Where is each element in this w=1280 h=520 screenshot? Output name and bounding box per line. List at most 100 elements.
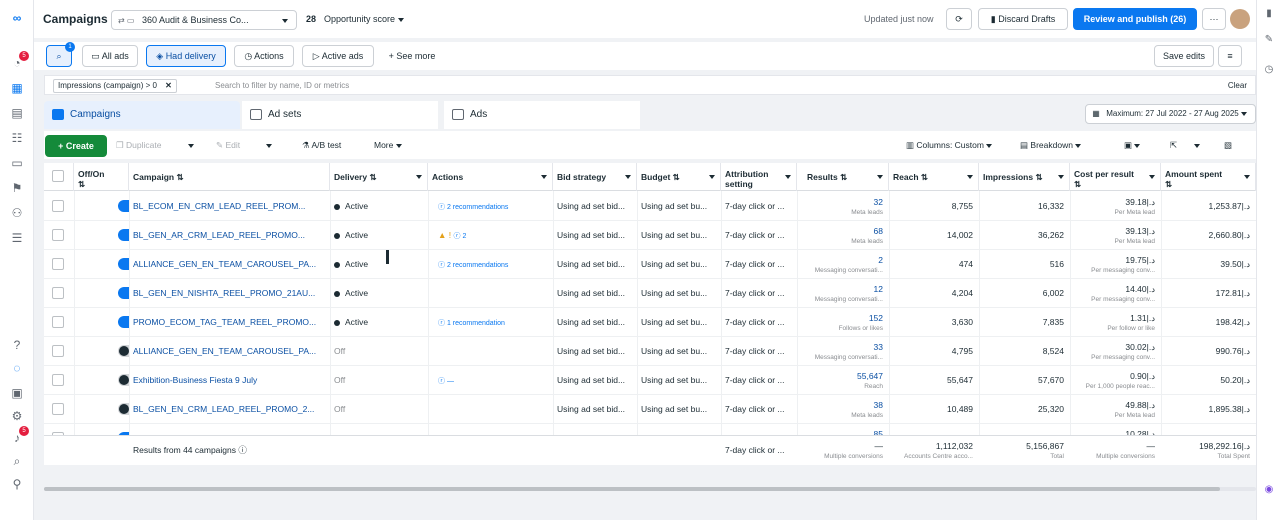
row-checkbox[interactable] <box>52 229 64 241</box>
tab-adsets[interactable]: Ad sets <box>242 101 438 129</box>
export-dropdown[interactable] <box>1194 135 1200 155</box>
refresh-button[interactable]: ⟳ <box>946 8 972 30</box>
menu-icon[interactable]: ☰ <box>9 230 25 246</box>
recommendation-count[interactable]: 2 <box>462 233 466 240</box>
results-value[interactable]: 12 <box>874 284 883 294</box>
debug-icon[interactable]: ⚲ <box>9 476 25 492</box>
results-value[interactable]: 32 <box>874 197 883 207</box>
cpr-value[interactable]: 0.90|.د <box>1130 371 1155 381</box>
results-value[interactable]: 68 <box>874 226 883 236</box>
filter-search-input[interactable]: Search to filter by name, ID or metrics <box>215 81 349 90</box>
discard-drafts-button[interactable]: ▮ Discard Drafts <box>978 8 1068 30</box>
on-off-toggle[interactable] <box>118 258 129 270</box>
table-row[interactable]: BL_GEN_EN_NISHTA_REEL_PROMO_21AU... Activ… <box>44 279 1256 308</box>
col-bid-strategy[interactable]: Bid strategy <box>553 163 637 191</box>
row-checkbox[interactable] <box>52 403 64 415</box>
scrollbar-thumb[interactable] <box>44 487 1220 491</box>
col-amount-spent[interactable]: Amount spent ⇅ <box>1161 163 1256 191</box>
clear-filters-link[interactable]: Clear <box>1228 81 1247 90</box>
on-off-toggle[interactable] <box>118 200 129 212</box>
campaign-name-link[interactable]: ALLIANCE_GEN_EN_TEAM_CAROUSEL_PA... <box>129 250 330 279</box>
all-ads-button[interactable]: ▭ All ads <box>82 45 138 67</box>
columns-dropdown[interactable]: ▥ Columns: Custom <box>906 135 993 155</box>
date-range-picker[interactable]: ▦ Maximum: 27 Jul 2022 - 27 Aug 2025 <box>1085 104 1256 124</box>
more-button[interactable]: More <box>374 135 402 155</box>
select-all-checkbox[interactable] <box>52 170 64 182</box>
tools-icon[interactable]: ⚑ <box>9 180 25 196</box>
opportunity-score[interactable]: 28 Opportunity score <box>306 14 404 24</box>
settings-sliders-button[interactable]: ≡ <box>1218 45 1242 67</box>
history-icon[interactable]: ◷ <box>1262 64 1276 78</box>
charts-button[interactable]: ▧ <box>1224 135 1232 155</box>
edit-dropdown[interactable] <box>266 135 272 155</box>
results-value[interactable]: 33 <box>874 342 883 352</box>
alerts-icon[interactable]: ◔ 5 <box>9 51 29 71</box>
help-icon[interactable]: ? <box>9 337 25 353</box>
col-onoff[interactable]: Off/On ⇅ <box>74 163 129 191</box>
cpr-value[interactable]: 14.40|.د <box>1125 284 1155 294</box>
recommendation-link[interactable]: 2 recommendations <box>447 204 508 211</box>
notifications-icon[interactable]: ♪ 5 <box>9 426 29 446</box>
export-button[interactable]: ⇱ <box>1170 135 1177 155</box>
duplicate-button[interactable]: ❐ Duplicate <box>116 135 161 155</box>
recommendation-link[interactable]: — <box>447 378 454 385</box>
results-value[interactable]: 38 <box>874 400 883 410</box>
reports-dropdown[interactable]: ▣ <box>1124 135 1141 155</box>
campaign-name-link[interactable]: BL_GEN_EN_CRM_LEAD_REEL_PROMO_2... <box>129 395 330 424</box>
create-button[interactable]: + Create <box>45 135 107 157</box>
see-more-button[interactable]: + See more <box>382 45 442 67</box>
row-checkbox[interactable] <box>52 200 64 212</box>
pages-icon[interactable]: ▣ <box>9 385 25 401</box>
campaign-name-link[interactable]: BL_ECOM_EN_CRM_LEAD_REEL_PROM... <box>129 192 330 221</box>
campaign-name-link[interactable]: BL_GEN_EN_NISHTA_REEL_PROMO_21AU... <box>129 279 330 308</box>
actions-filter-button[interactable]: ◷ Actions <box>234 45 294 67</box>
on-off-toggle[interactable] <box>118 403 129 415</box>
table-row[interactable]: PROMO_ECOM_TAG_TEAM_REEL_PROMO... Active ⓡ… <box>44 308 1256 337</box>
recommendation-link[interactable]: 2 recommendations <box>447 262 508 269</box>
cpr-value[interactable]: 39.13|.د <box>1125 226 1155 236</box>
on-off-toggle[interactable] <box>118 229 129 241</box>
account-selector[interactable]: ⇄ ▭ 360 Audit & Business Co... <box>111 10 297 30</box>
cpr-value[interactable]: 49.88|.د <box>1125 400 1155 410</box>
col-impressions[interactable]: Impressions ⇅ <box>979 163 1070 191</box>
campaign-name-link[interactable]: PROMO_ECOM_TAG_TEAM_REEL_PROMO... <box>129 308 330 337</box>
save-edits-button[interactable]: Save edits <box>1154 45 1214 67</box>
on-off-toggle[interactable] <box>118 316 129 328</box>
col-results[interactable]: Results ⇅ <box>797 163 889 191</box>
col-actions[interactable]: Actions <box>428 163 553 191</box>
on-off-toggle[interactable] <box>118 374 129 386</box>
on-off-toggle[interactable] <box>118 287 129 299</box>
col-budget[interactable]: Budget ⇅ <box>637 163 721 191</box>
col-cost-per-result[interactable]: Cost per result ⇅ <box>1070 163 1161 191</box>
activity-icon[interactable]: ◌ <box>9 360 25 376</box>
duplicate-dropdown[interactable] <box>188 135 194 155</box>
table-row[interactable]: Exhibition-Business Fiesta 9 July Off ⓡ — U… <box>44 366 1256 395</box>
edit-button[interactable]: ✎ Edit <box>216 135 240 155</box>
active-ads-button[interactable]: ▷ Active ads <box>302 45 374 67</box>
campaign-name-link[interactable]: ALLIANCE_GEN_EN_TEAM_CAROUSEL_PA... <box>129 337 330 366</box>
row-checkbox[interactable] <box>52 287 64 299</box>
ab-test-button[interactable]: ⚗ A/B test <box>302 135 341 155</box>
table-row[interactable]: BL_GEN_EN_CRM_LEAD_REEL_PROMO_2... Off Usi… <box>44 395 1256 424</box>
row-checkbox[interactable] <box>52 316 64 328</box>
tab-ads[interactable]: Ads <box>444 101 640 129</box>
billing-icon[interactable]: ▭ <box>9 155 25 171</box>
cpr-value[interactable]: 19.75|.د <box>1125 255 1155 265</box>
events-icon[interactable]: ⚇ <box>9 205 25 221</box>
row-checkbox[interactable] <box>52 345 64 357</box>
meta-logo-icon[interactable]: ∞ <box>9 10 25 26</box>
cpr-value[interactable]: 39.18|.د <box>1125 197 1155 207</box>
col-delivery[interactable]: Delivery ⇅ <box>330 163 428 191</box>
col-campaign[interactable]: Campaign ⇅ <box>129 163 330 191</box>
campaigns-icon[interactable]: ▦ <box>9 80 25 96</box>
recommendation-link[interactable]: 1 recommendation <box>447 320 505 327</box>
results-value[interactable]: 55,647 <box>857 371 883 381</box>
campaign-name-link[interactable]: BL_GEN_AR_CRM_LEAD_REEL_PROMO... <box>129 221 330 250</box>
results-value[interactable]: 152 <box>869 313 883 323</box>
on-off-toggle[interactable] <box>118 345 129 357</box>
chart-icon[interactable]: ▮ <box>1262 8 1276 22</box>
pencil-icon[interactable]: ✎ <box>1262 34 1276 48</box>
cpr-value[interactable]: 1.31|.د <box>1130 313 1155 323</box>
filter-chip[interactable]: Impressions (campaign) > 0 ✕ <box>53 79 177 93</box>
avatar[interactable] <box>1230 9 1250 29</box>
